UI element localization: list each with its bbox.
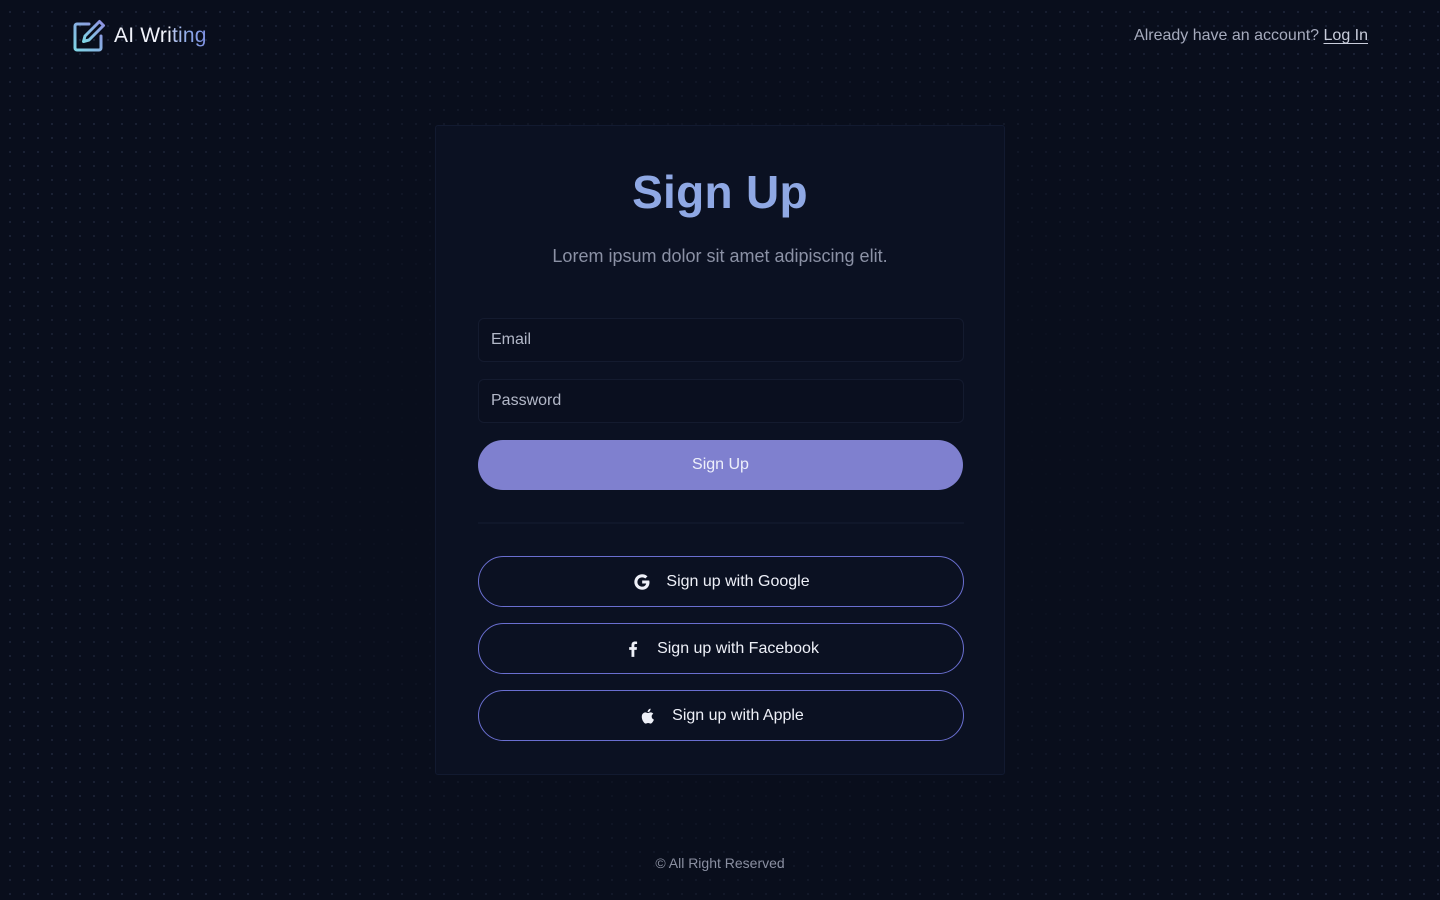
email-input[interactable] <box>478 318 964 362</box>
page-title: Sign Up <box>632 166 808 218</box>
signup-card: Sign Up Lorem ipsum dolor sit amet adipi… <box>435 125 1005 775</box>
facebook-icon <box>629 641 638 657</box>
facebook-signup-button[interactable]: Sign up with Facebook <box>478 623 964 674</box>
facebook-signup-label: Sign up with Facebook <box>657 639 819 657</box>
logo-text: AI Writing <box>114 19 207 53</box>
footer-copyright: © All Right Reserved <box>655 855 785 871</box>
logo-text-part1: AI Wri <box>114 24 172 47</box>
google-icon <box>634 573 650 590</box>
pencil-square-icon <box>73 20 105 52</box>
login-link[interactable]: Log In <box>1324 27 1368 44</box>
page-subtitle: Lorem ipsum dolor sit amet adipiscing el… <box>552 246 888 266</box>
apple-signup-button[interactable]: Sign up with Apple <box>478 690 964 741</box>
google-signup-label: Sign up with Google <box>666 572 810 590</box>
logo[interactable]: AI Writing <box>72 19 207 53</box>
google-signup-button[interactable]: Sign up with Google <box>478 556 964 607</box>
account-prompt: Already have an account? Log In <box>1134 25 1368 47</box>
top-bar: AI Writing Already have an account? Log … <box>0 0 1440 76</box>
divider <box>478 522 964 524</box>
logo-text-part2: ting <box>171 24 207 47</box>
account-prompt-text: Already have an account? <box>1134 27 1320 44</box>
apple-icon <box>641 708 655 724</box>
password-input[interactable] <box>478 379 964 423</box>
sign-up-button[interactable]: Sign Up <box>478 440 963 490</box>
apple-signup-label: Sign up with Apple <box>672 706 804 724</box>
